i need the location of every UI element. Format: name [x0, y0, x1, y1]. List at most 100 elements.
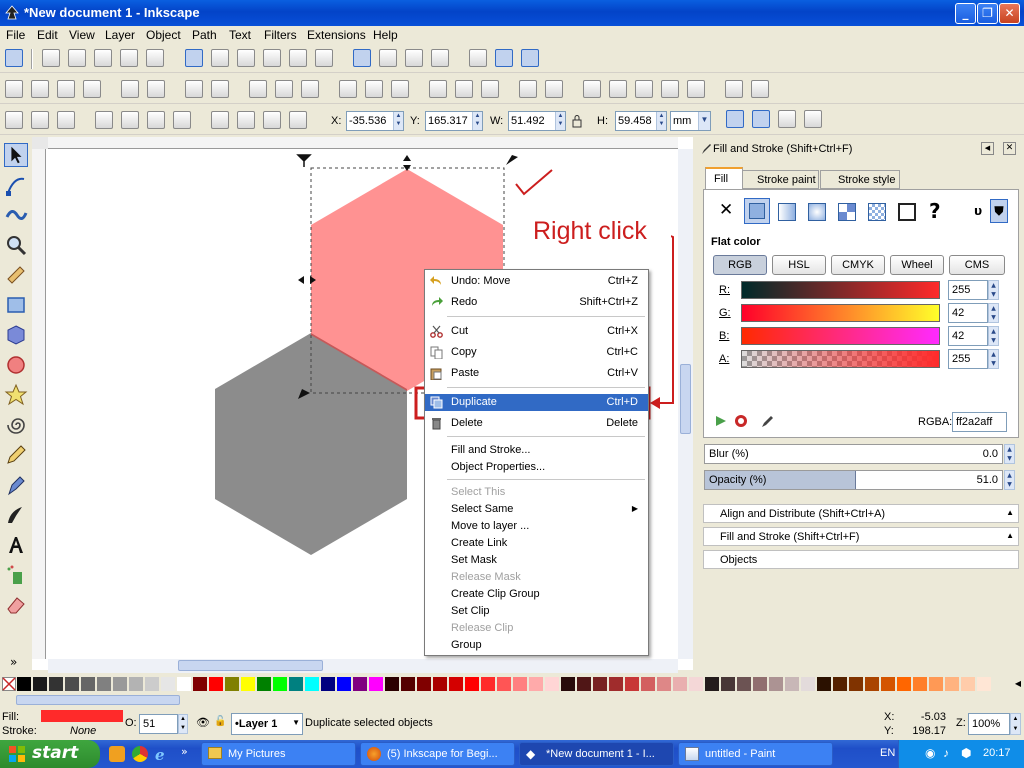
vertical-scroll-thumb[interactable] [680, 364, 691, 434]
channel-a-spin-icon[interactable]: ▲ ▼ [988, 349, 999, 369]
menu-file[interactable]: File [6, 28, 25, 42]
palette-swatch[interactable] [337, 677, 351, 691]
h-field[interactable]: 59.458 ▲ ▼ [615, 111, 667, 131]
palette-swatch[interactable] [961, 677, 975, 691]
layer-lock-icon[interactable]: 🔓 [214, 716, 226, 727]
palette-swatch[interactable] [209, 677, 223, 691]
channel-r-slider[interactable] [741, 281, 940, 299]
palette-swatch[interactable] [945, 677, 959, 691]
menu-item-redo[interactable]: Redo Shift+Ctrl+Z [425, 294, 648, 311]
opacity-spin-icon[interactable]: ▲ ▼ [1004, 470, 1015, 490]
palette-swatch[interactable] [481, 677, 495, 691]
snap-toggle-icon[interactable] [5, 49, 23, 67]
menu-item-set-mask[interactable]: Set Mask [425, 552, 648, 569]
snap-bbox-edge-icon[interactable] [68, 49, 86, 67]
palette-swatch[interactable] [769, 677, 783, 691]
rotate-cw-icon[interactable] [121, 111, 139, 129]
more-tools-icon[interactable]: » [10, 655, 17, 669]
menu-item-fill-and-stroke[interactable]: Fill and Stroke... [425, 442, 648, 459]
palette-swatch[interactable] [689, 677, 703, 691]
zoom-page-icon[interactable] [391, 80, 409, 98]
palette-scroll-thumb[interactable] [16, 695, 180, 705]
palette-swatch[interactable] [529, 677, 543, 691]
help-icon[interactable]: ? [929, 199, 941, 223]
palette-swatch[interactable] [897, 677, 911, 691]
unlink-clone-icon[interactable] [481, 80, 499, 98]
menu-item-delete[interactable]: Delete Delete [425, 415, 648, 432]
snap-grid-icon[interactable] [495, 49, 513, 67]
align-distribute-dialog[interactable]: Align and Distribute (Shift+Ctrl+A) ▲ [703, 504, 1019, 523]
zoom-selection-icon[interactable] [339, 80, 357, 98]
move-gradients-icon[interactable] [778, 110, 796, 128]
snap-path-icon[interactable] [211, 49, 229, 67]
palette-swatch[interactable] [257, 677, 271, 691]
lower-icon[interactable] [237, 111, 255, 129]
select-all-layers-icon[interactable] [31, 111, 49, 129]
palette-swatch[interactable] [369, 677, 383, 691]
snap-cusp-icon[interactable] [263, 49, 281, 67]
measure-tool-icon[interactable] [4, 263, 28, 287]
menu-extensions[interactable]: Extensions [307, 28, 366, 42]
lower-bottom-icon[interactable] [211, 111, 229, 129]
palette-swatch[interactable] [705, 677, 719, 691]
zoom-field[interactable]: 100% [968, 713, 1010, 735]
menu-item-cut[interactable]: Cut Ctrl+X [425, 323, 648, 340]
flip-vertical-icon[interactable] [173, 111, 191, 129]
x-spin-icon[interactable]: ▲ ▼ [393, 112, 403, 130]
maximize-button[interactable]: ❐ [977, 3, 998, 24]
no-color-icon[interactable] [2, 677, 16, 691]
deselect-icon[interactable] [57, 111, 75, 129]
palette-swatch[interactable] [177, 677, 191, 691]
menu-edit[interactable]: Edit [37, 28, 58, 42]
palette-swatch[interactable] [193, 677, 207, 691]
horizontal-scroll-thumb[interactable] [178, 660, 323, 671]
palette-swatch[interactable] [577, 677, 591, 691]
palette-swatch[interactable] [353, 677, 367, 691]
palette-swatch[interactable] [785, 677, 799, 691]
pen-tool-icon[interactable] [4, 473, 28, 497]
palette-menu-icon[interactable]: ◀ [1012, 676, 1024, 692]
palette-swatch[interactable] [305, 677, 319, 691]
menu-item-paste[interactable]: Paste Ctrl+V [425, 365, 648, 382]
palette-swatch[interactable] [497, 677, 511, 691]
pattern-icon[interactable] [838, 203, 856, 221]
palette-swatch[interactable] [561, 677, 575, 691]
flip-horizontal-icon[interactable] [147, 111, 165, 129]
fill-stroke-dialog[interactable]: Fill and Stroke (Shift+Ctrl+F) ▲ [703, 527, 1019, 546]
group-icon[interactable] [519, 80, 537, 98]
blur-spin-icon[interactable]: ▲ ▼ [1004, 444, 1015, 464]
snap-nodes-icon[interactable] [185, 49, 203, 67]
palette-swatch[interactable] [609, 677, 623, 691]
palette-swatch[interactable] [593, 677, 607, 691]
horizontal-scrollbar[interactable] [48, 659, 678, 673]
select-all-icon[interactable] [5, 111, 23, 129]
palette-swatch[interactable] [65, 677, 79, 691]
document-properties-icon[interactable] [725, 80, 743, 98]
palette-swatch[interactable] [241, 677, 255, 691]
spiral-tool-icon[interactable] [4, 413, 28, 437]
no-paint-icon[interactable]: ✕ [719, 200, 733, 220]
palette-swatch[interactable] [17, 677, 31, 691]
menu-text[interactable]: Text [229, 28, 251, 42]
palette-swatch[interactable] [833, 677, 847, 691]
tray-network-icon[interactable]: ◉ [925, 746, 935, 760]
mode-rgb-button[interactable]: RGB [713, 255, 767, 275]
palette-swatch[interactable] [97, 677, 111, 691]
eyedropper-icon[interactable] [760, 413, 776, 429]
text-tool-icon[interactable] [4, 533, 28, 557]
palette-swatch[interactable] [849, 677, 863, 691]
vertical-scrollbar[interactable] [678, 149, 693, 659]
calligraphy-tool-icon[interactable] [4, 503, 28, 527]
channel-g-slider[interactable] [741, 304, 940, 322]
raise-icon[interactable] [263, 111, 281, 129]
channel-b-field[interactable]: 42 [948, 326, 988, 346]
menu-item-select-same[interactable]: Select Same ▶ [425, 501, 648, 518]
w-spin-icon[interactable]: ▲ ▼ [555, 112, 565, 130]
export-icon[interactable] [147, 80, 165, 98]
eraser-tool-icon[interactable] [4, 593, 28, 617]
menu-object[interactable]: Object [146, 28, 181, 42]
x-field[interactable]: -35.536 ▲ ▼ [346, 111, 404, 131]
task-paint[interactable]: untitled - Paint [678, 742, 833, 766]
palette-swatch[interactable] [817, 677, 831, 691]
palette-swatch[interactable] [145, 677, 159, 691]
